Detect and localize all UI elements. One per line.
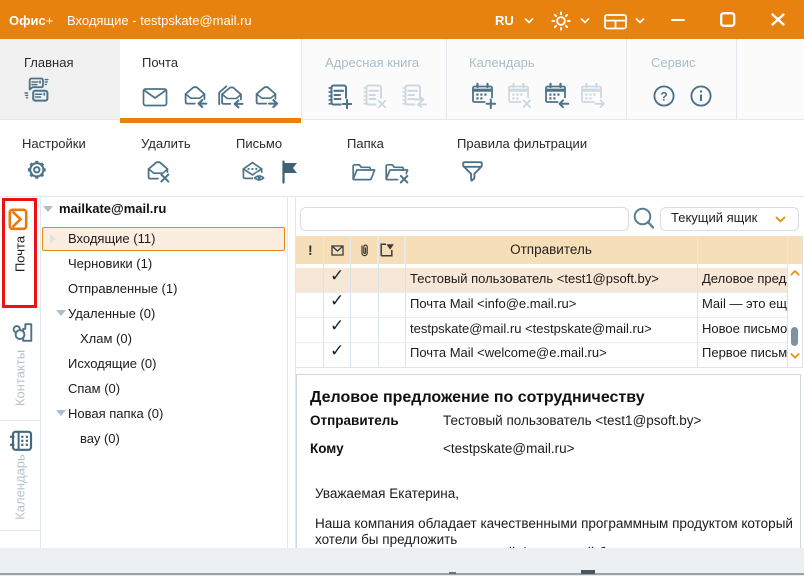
svg-text:?: ?	[660, 90, 667, 104]
